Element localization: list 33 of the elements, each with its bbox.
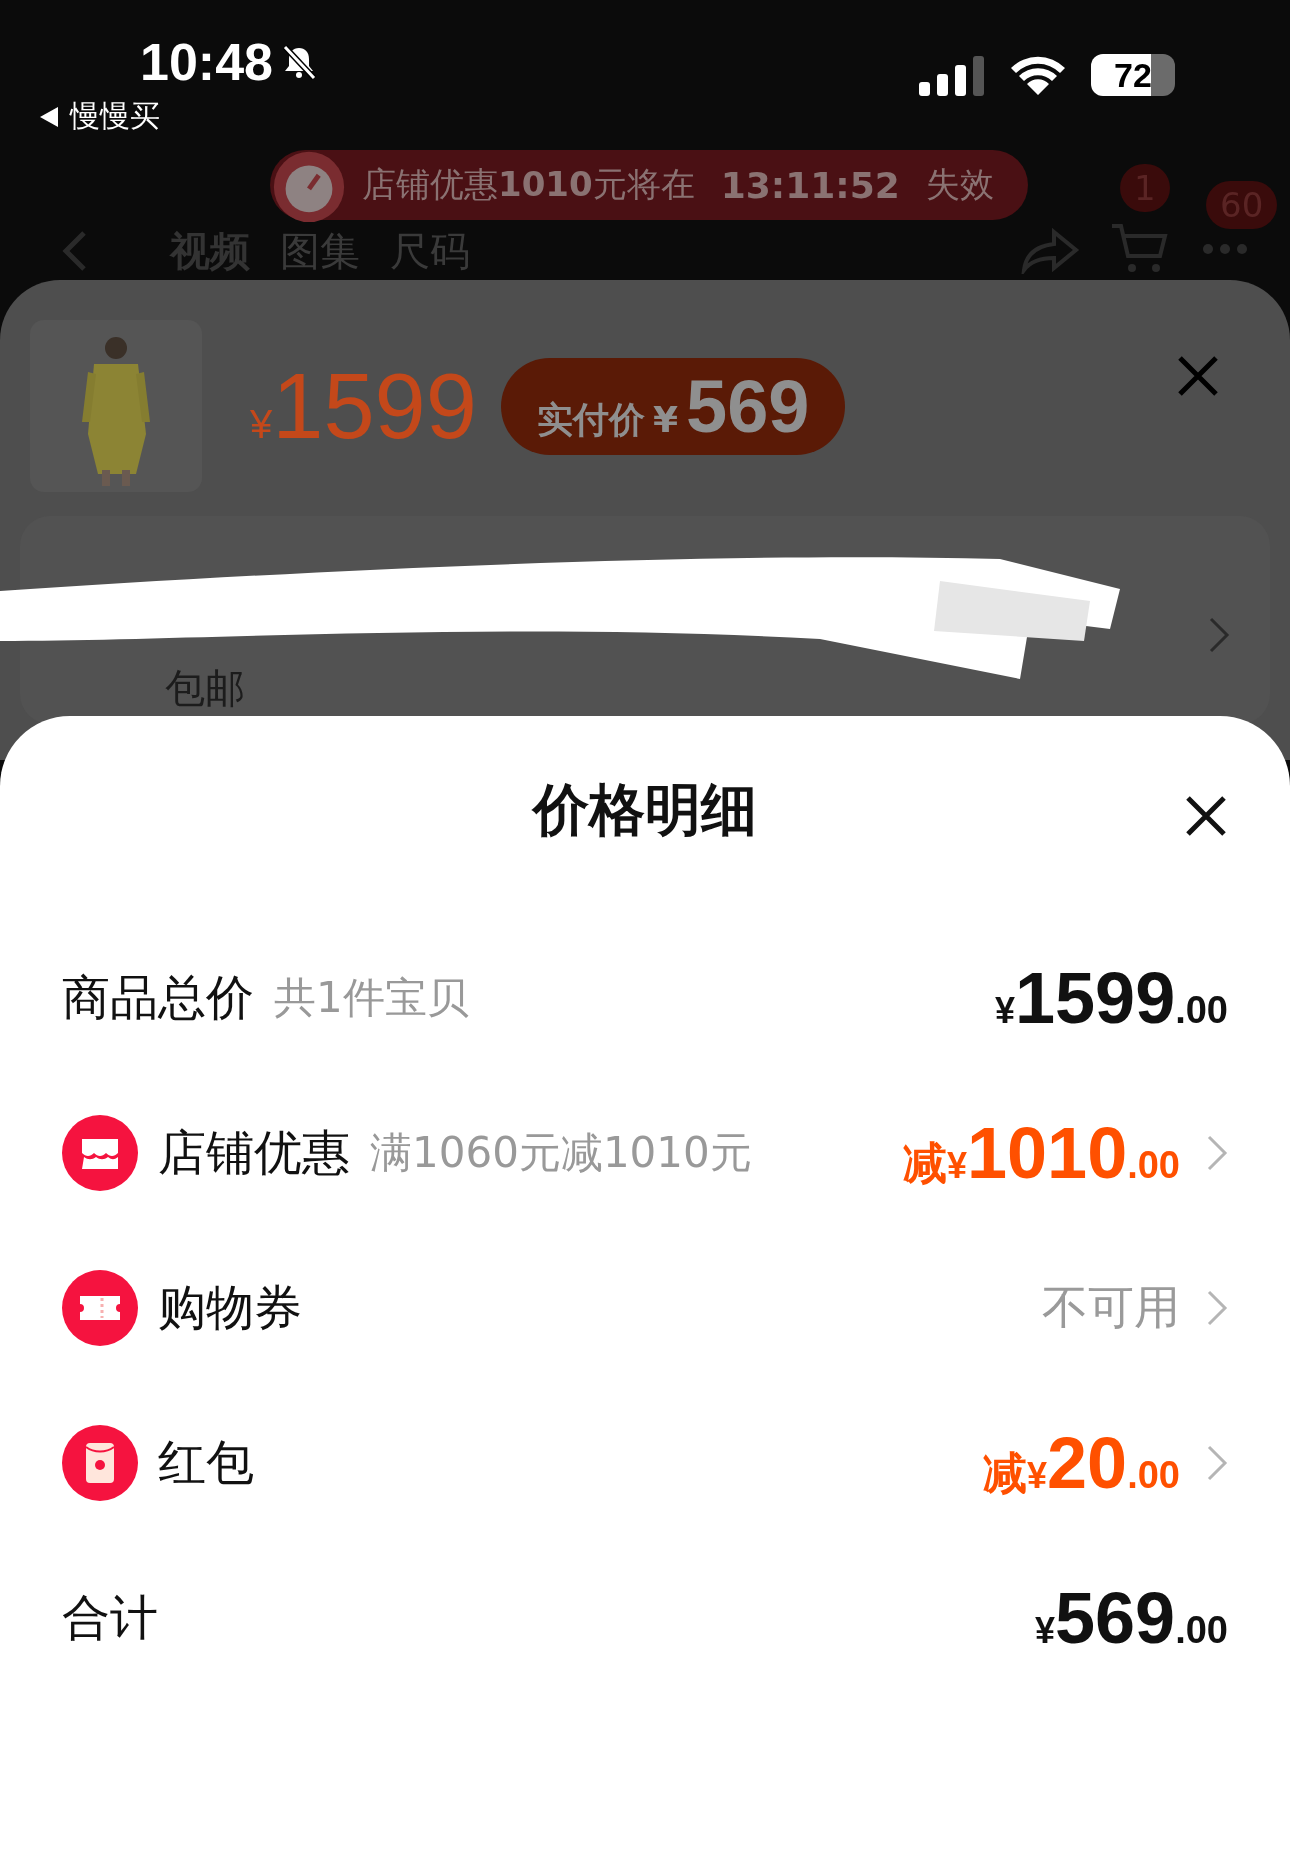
price-row[interactable]: 店铺优惠 满1060元减1010元 减¥1010.00 — [62, 1075, 1228, 1230]
row-note: 共1件宝贝 — [274, 971, 469, 1024]
row-label: 商品总价 — [62, 967, 254, 1027]
row-label: 红包 — [158, 1432, 254, 1492]
back-arrow-icon — [40, 106, 58, 127]
price-row[interactable]: 红包 减¥20.00 — [62, 1385, 1228, 1540]
store-icon — [62, 1114, 138, 1191]
paid-price-badge: 实付价 ¥569 — [500, 357, 846, 455]
price-row[interactable]: 购物券 不可用 — [62, 1230, 1228, 1385]
row-amount: 减¥20.00 — [983, 1421, 1180, 1504]
row-label: 合计 — [62, 1587, 158, 1647]
row-note: 满1060元减1010元 — [370, 1126, 752, 1179]
banner-suffix: 失效 — [925, 163, 994, 206]
share-icon[interactable] — [1020, 228, 1080, 274]
status-time: 10:48 — [140, 32, 273, 92]
close-icon[interactable] — [1184, 794, 1228, 838]
back-link[interactable]: 慢慢买 — [40, 96, 319, 137]
row-amount: 减¥1010.00 — [902, 1111, 1180, 1194]
row-amount: ¥569.00 — [1035, 1576, 1228, 1659]
envelope-icon — [62, 1424, 138, 1501]
chevron-icon — [1208, 616, 1230, 654]
ticket-icon — [62, 1269, 138, 1346]
countdown-text: 13:11:52 — [720, 164, 900, 206]
signal-icon — [919, 54, 985, 96]
battery-icon: 72 — [1091, 54, 1175, 96]
panel-title: 价格明细 — [533, 776, 757, 844]
row-label: 店铺优惠 — [158, 1122, 350, 1182]
wifi-icon — [1009, 54, 1067, 96]
row-status: 不可用 — [1042, 1278, 1180, 1336]
banner-text: 店铺优惠1010元将在 — [362, 163, 695, 206]
row-amount: ¥1599.00 — [994, 956, 1228, 1039]
product-price: ¥1599 — [250, 353, 477, 459]
row-label: 购物券 — [158, 1277, 302, 1337]
